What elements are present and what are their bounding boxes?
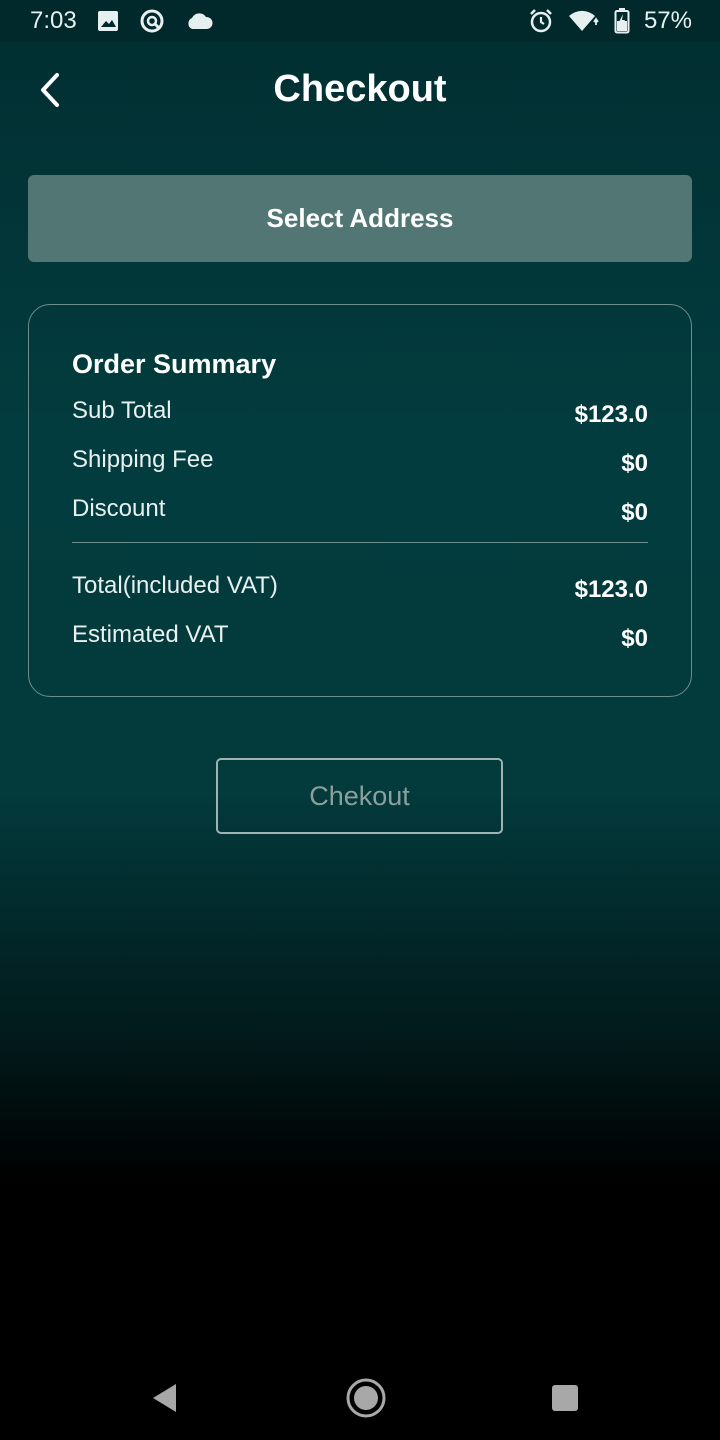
subtotal-value: $123.0 [574,401,648,428]
app-bar: Checkout [0,42,720,138]
checkout-button[interactable]: Chekout [216,758,503,834]
order-summary-card: Order Summary Sub Total $123.0 Shipping … [28,304,692,697]
total-label: Total(included VAT) [72,572,278,599]
discount-value: $0 [621,499,648,526]
battery-charging-icon [614,8,630,34]
estimated-vat-value: $0 [621,625,648,652]
total-value: $123.0 [574,576,648,603]
shipping-fee-value: $0 [621,450,648,477]
nav-back-icon[interactable] [150,1382,180,1419]
summary-divider [72,542,648,543]
system-nav-bar [0,1358,720,1440]
status-right: 57% [528,7,692,35]
shipping-fee-label: Shipping Fee [72,446,214,473]
summary-row-discount: Discount $0 [72,491,648,527]
nav-recent-icon[interactable] [552,1385,578,1416]
status-left: 7:03 [30,7,213,35]
estimated-vat-label: Estimated VAT [72,621,229,648]
summary-row-total: Total(included VAT) $123.0 [72,568,648,604]
summary-row-shipping: Shipping Fee $0 [72,442,648,478]
battery-percent: 57% [643,7,692,34]
subtotal-label: Sub Total [72,397,172,424]
image-icon [97,10,119,32]
nav-home-icon[interactable] [345,1377,387,1424]
wifi-icon [568,9,600,33]
summary-row-vat: Estimated VAT $0 [72,617,648,653]
cloud-icon [185,11,213,31]
summary-row-subtotal: Sub Total $123.0 [72,393,648,429]
status-bar: 7:03 57% [0,0,720,42]
select-address-button[interactable]: Select Address [28,175,692,262]
status-time: 7:03 [30,7,77,34]
discount-label: Discount [72,495,166,522]
page-title: Checkout [273,68,447,110]
circle-q-icon [139,8,165,34]
alarm-icon [528,8,554,34]
order-summary-title: Order Summary [72,349,277,379]
